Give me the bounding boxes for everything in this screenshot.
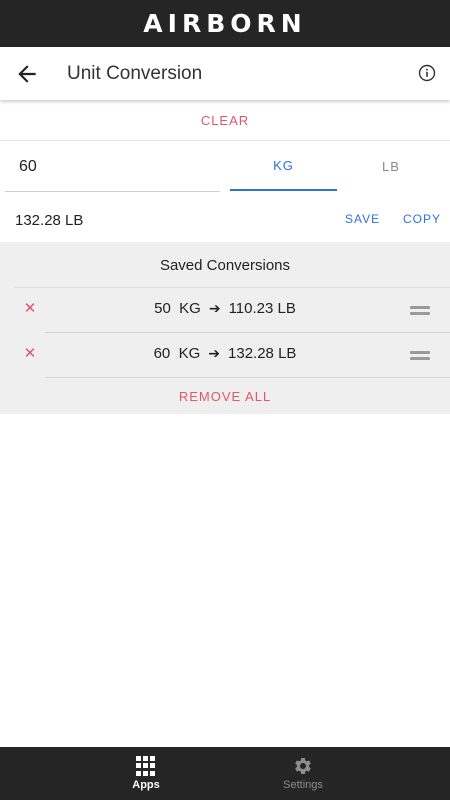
delete-icon[interactable]: ✕ <box>23 301 37 316</box>
saved-conversion-text: 60 KG ➔ 132.28 LB <box>45 345 405 362</box>
saved-conversion-row: ✕ 50 KG ➔ 110.23 LB <box>0 287 450 332</box>
nav-apps[interactable]: Apps <box>86 747 206 800</box>
tab-kg[interactable]: KG <box>230 141 337 191</box>
nav-apps-label: Apps <box>132 779 160 791</box>
app-bar: Unit Conversion <box>0 47 450 100</box>
to-value: 110.23 <box>228 300 274 317</box>
to-value: 132.28 <box>228 345 274 362</box>
from-unit: KG <box>178 345 201 362</box>
value-input[interactable] <box>19 155 209 179</box>
from-value: 60 <box>153 345 171 362</box>
clear-button[interactable]: CLEAR <box>201 113 249 128</box>
info-icon[interactable] <box>418 64 436 82</box>
arrow-left-icon[interactable] <box>14 61 40 87</box>
conversion-result: 132.28 LB <box>15 212 84 229</box>
saved-conversion-row: ✕ 60 KG ➔ 132.28 LB <box>0 332 450 377</box>
brand-bar: AIRBORN <box>0 0 450 47</box>
brand-logo: AIRBORN <box>143 9 307 38</box>
divider <box>45 377 450 378</box>
tab-lb[interactable]: LB <box>337 141 445 191</box>
save-button[interactable]: SAVE <box>345 212 380 226</box>
gear-icon <box>295 758 311 774</box>
arrow-right-icon: ➔ <box>208 301 221 317</box>
page-title: Unit Conversion <box>67 63 203 84</box>
from-unit: KG <box>179 300 201 317</box>
apps-grid-icon <box>136 756 156 776</box>
value-input-wrapper <box>5 141 220 192</box>
saved-conversion-text: 50 KG ➔ 110.23 LB <box>45 300 405 317</box>
copy-button[interactable]: COPY <box>403 212 441 226</box>
to-unit: LB <box>277 300 296 317</box>
clear-row: CLEAR <box>0 100 450 141</box>
result-row: 132.28 LB <box>0 192 450 242</box>
saved-conversions-panel: Saved Conversions ✕ 50 KG ➔ 110.23 LB ✕ 60… <box>0 242 450 414</box>
delete-icon[interactable]: ✕ <box>23 346 37 361</box>
to-unit: LB <box>278 345 297 362</box>
nav-settings[interactable]: Settings <box>243 747 363 800</box>
bottom-nav: Apps Settings <box>0 747 450 800</box>
arrow-right-icon: ➔ <box>208 346 221 362</box>
saved-conversions-title: Saved Conversions <box>159 257 291 274</box>
remove-all-button[interactable]: REMOVE ALL <box>0 389 450 404</box>
drag-handle-icon[interactable] <box>410 306 430 315</box>
from-value: 50 <box>154 300 171 317</box>
nav-settings-label: Settings <box>283 779 323 791</box>
drag-handle-icon[interactable] <box>410 351 430 360</box>
